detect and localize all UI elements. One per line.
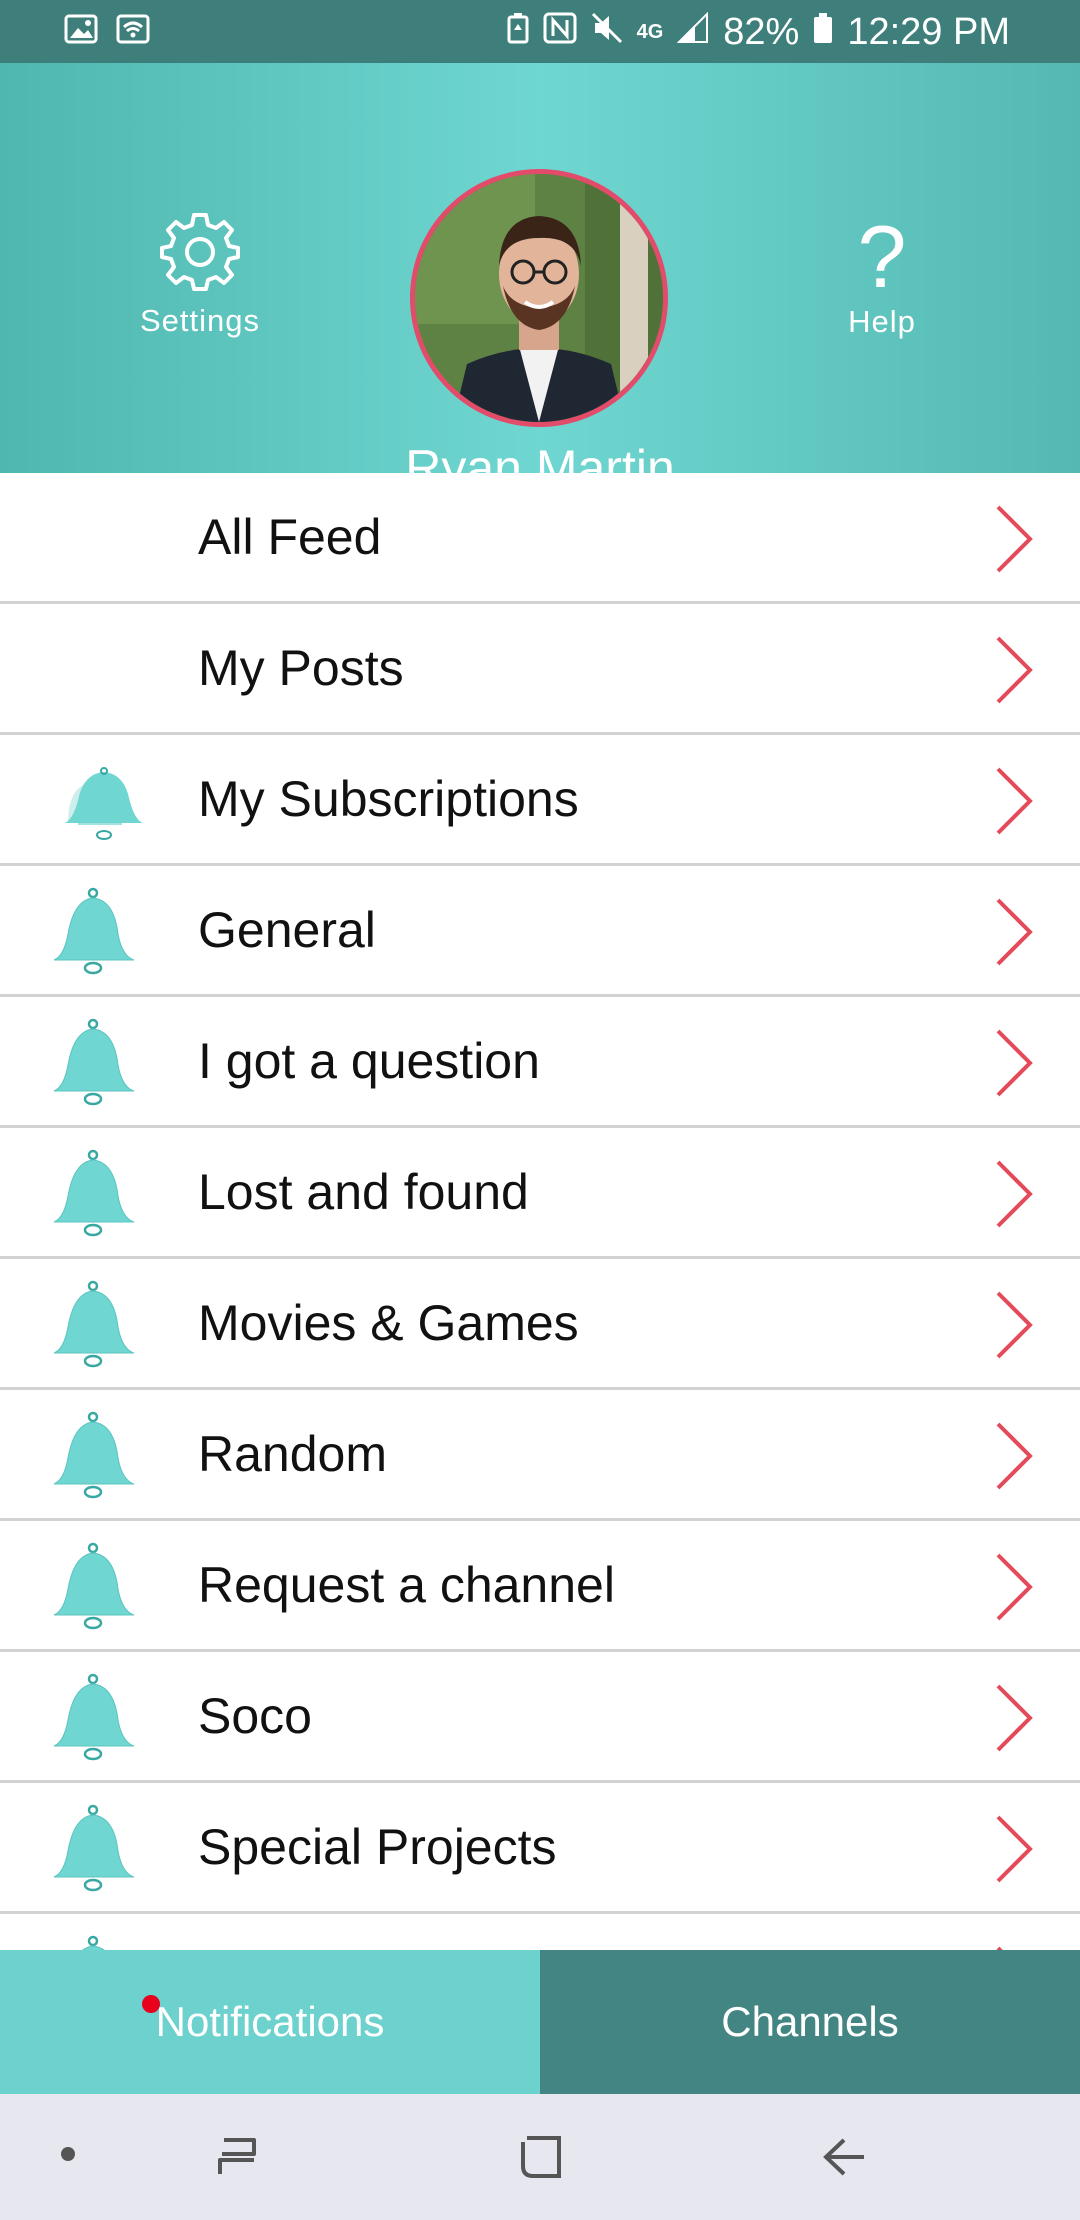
status-bar: 4G 82% 12:29 PM [0,0,1080,63]
bell-icon [53,1018,135,1106]
network-type-icon: 4G [636,21,664,43]
list-item-label: General [198,902,376,958]
chevron-right-icon [996,767,1033,835]
bell-icon [53,1149,135,1237]
list-item-random[interactable]: Random [0,1390,1080,1521]
battery-saver-icon [507,11,529,54]
chevron-right-icon [996,1029,1033,1097]
list-item-my-subscriptions[interactable]: My Subscriptions [0,735,1080,866]
notification-dot [142,1995,160,2013]
settings-label: Settings [139,303,260,338]
tab-channels[interactable]: Channels [540,1950,1080,2094]
profile-header: Settings ? Help Ryan Martin [0,63,1080,496]
bell-icon [53,1411,135,1499]
help-icon: ? [857,207,907,306]
tab-notifications[interactable]: Notifications [0,1950,540,2094]
help-label: Help [848,304,916,339]
chevron-right-icon [996,1291,1033,1359]
recent-apps-icon[interactable] [214,2132,262,2187]
list-item-label: My Subscriptions [198,771,579,827]
list-item-general[interactable]: General [0,866,1080,997]
list-item-label: Random [198,1426,387,1482]
list-item-label: My Posts [198,640,404,696]
chevron-right-icon [996,1684,1033,1752]
app-screen: 4G 82% 12:29 PM Settings ? Help Ryan Mar… [0,0,1080,2220]
list-item-special-projects[interactable]: Special Projects [0,1783,1080,1914]
list-item-my-posts[interactable]: My Posts [0,604,1080,735]
image-icon [64,14,98,49]
chevron-right-icon [996,1160,1033,1228]
signal-icon [676,11,709,54]
list-item-label: Soco [198,1688,312,1744]
list-item-label: I got a question [198,1033,540,1089]
bell-icon [53,1804,135,1892]
nfc-icon [543,11,577,54]
settings-button[interactable]: Settings [130,210,270,339]
avatar[interactable] [410,169,668,427]
tab-notifications-label: Notifications [155,1998,385,2045]
mute-icon [591,11,623,54]
bell-icon [53,1673,135,1761]
channel-list: All Feed My Posts My Subscriptions Gener… [0,473,1080,1950]
list-item-i-got-a-question[interactable]: I got a question [0,997,1080,1128]
gear-icon [159,210,241,297]
clock: 12:29 PM [847,11,1010,53]
list-item-label: Movies & Games [198,1295,579,1351]
chevron-right-icon [996,1553,1033,1621]
chevron-right-icon [996,505,1033,573]
tab-channels-label: Channels [721,1998,899,2045]
list-item-label: All Feed [198,509,382,565]
list-item-partial[interactable] [0,1914,1080,1950]
bell-icon [53,1542,135,1630]
list-item-label: Lost and found [198,1164,529,1220]
stacked-bell-icon [64,767,143,840]
chevron-right-icon [996,636,1033,704]
chevron-right-icon [996,1422,1033,1490]
wifi-icon [116,14,150,49]
bell-icon [82,1935,105,1950]
dot-icon[interactable] [60,2146,76,2167]
bell-icon [53,887,135,975]
back-icon[interactable] [820,2132,870,2187]
chevron-right-icon [996,1815,1033,1883]
list-item-all-feed[interactable]: All Feed [0,473,1080,604]
battery-percent: 82% [723,11,800,53]
list-item-lost-and-found[interactable]: Lost and found [0,1128,1080,1259]
battery-icon [813,11,833,54]
list-item-label: Request a channel [198,1557,615,1613]
list-item-label: Special Projects [198,1819,557,1875]
list-item-movies-and-games[interactable]: Movies & Games [0,1259,1080,1390]
bottom-tab-bar: Notifications Channels [0,1950,1080,2094]
list-item-soco[interactable]: Soco [0,1652,1080,1783]
bell-icon [53,1280,135,1368]
chevron-right-icon [996,898,1033,966]
home-icon[interactable] [517,2132,567,2187]
list-item-request-a-channel[interactable]: Request a channel [0,1521,1080,1652]
help-button[interactable]: ? Help [812,207,952,340]
system-nav-bar [0,2094,1080,2220]
